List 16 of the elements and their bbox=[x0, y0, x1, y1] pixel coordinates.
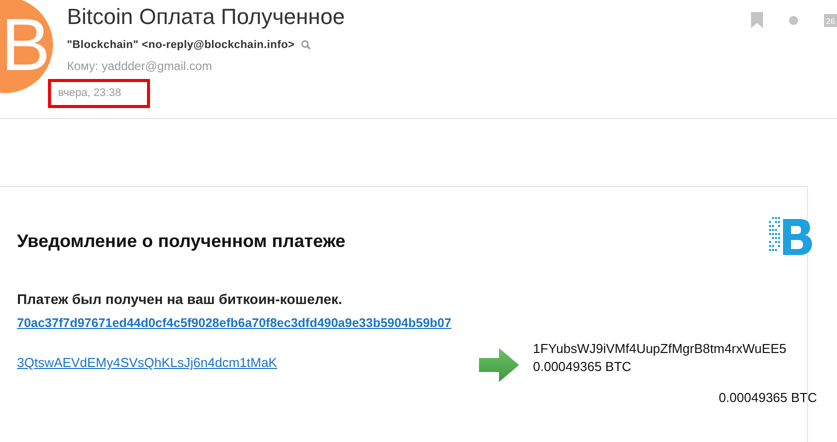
transaction-link[interactable]: 70ac37f7d97671ed44d0cf4c5f9028efb6a70f8ec3dfd490a9e33b5904b59b07 bbox=[17, 316, 452, 330]
payment-message: Платеж был получен на ваш биткоин-кошелек. bbox=[17, 291, 344, 307]
search-icon[interactable] bbox=[300, 40, 311, 50]
dot-icon[interactable] bbox=[789, 16, 798, 24]
recipient: Кому: yaddder@gmail.com bbox=[67, 59, 213, 73]
avatar-letter: B bbox=[1, 8, 50, 82]
sender: "Blockchain" <no-reply@blockchain.info> bbox=[67, 39, 295, 51]
bookmark-icon[interactable] bbox=[751, 12, 763, 28]
total-amount: 0.00049365 BTC bbox=[718, 390, 817, 405]
output-amount: 0.00049365 BTC bbox=[533, 358, 632, 376]
sender-address-link[interactable]: 3QtswAEVdEMy4SVsQhKLsJj6n4dcm1tMaK bbox=[17, 355, 479, 370]
notice-title: Уведомление о полученном платеже bbox=[17, 230, 346, 252]
email-date: вчера, 23:38 bbox=[48, 79, 150, 108]
email-subject: Bitcoin Оплата Полученное bbox=[67, 4, 345, 30]
arrow-icon bbox=[479, 348, 519, 382]
recipient-address: 1FYubsWJ9iVMf4UupZfMgrB8tm4rxWuEE5 bbox=[533, 340, 786, 358]
